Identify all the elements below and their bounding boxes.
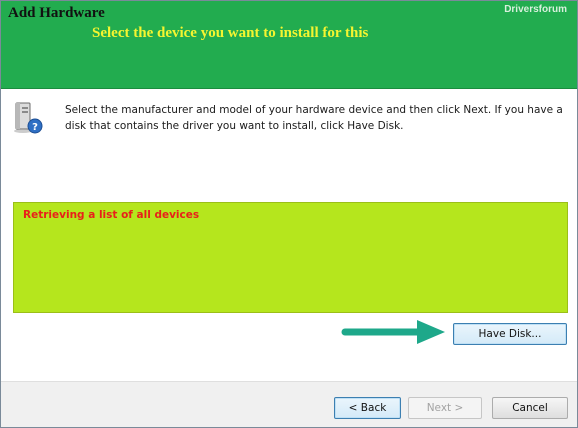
wizard-content: ? Select the manufacturer and model of y… <box>1 89 577 381</box>
arrow-right-icon <box>341 320 445 344</box>
cancel-button[interactable]: Cancel <box>492 397 568 419</box>
watermark-text: Driversforum <box>504 4 567 15</box>
add-hardware-window: Add Hardware Driversforum Select the dev… <box>0 0 578 428</box>
back-button[interactable]: < Back <box>334 397 401 419</box>
wizard-subtitle: Select the device you want to install fo… <box>92 25 369 41</box>
instructions-text: Select the manufacturer and model of you… <box>65 104 563 132</box>
computer-tower-question-icon: ? <box>14 102 43 134</box>
svg-text:?: ? <box>32 122 38 133</box>
footer-divider <box>1 381 577 382</box>
wizard-header: Add Hardware Driversforum Select the dev… <box>1 1 577 89</box>
have-disk-button[interactable]: Have Disk... <box>453 323 567 345</box>
wizard-title: Add Hardware <box>8 5 105 21</box>
next-button[interactable]: Next > <box>408 397 482 419</box>
list-status-text: Retrieving a list of all devices <box>23 209 200 221</box>
device-list[interactable]: Retrieving a list of all devices <box>13 202 568 313</box>
